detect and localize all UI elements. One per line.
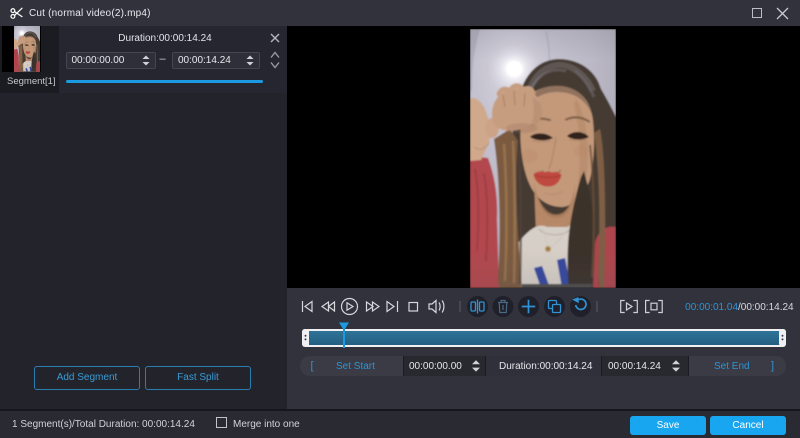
svg-text:00:00:01.04: 00:00:01.04: [685, 302, 738, 313]
svg-text:/00:00:14.24: /00:00:14.24: [738, 302, 794, 313]
